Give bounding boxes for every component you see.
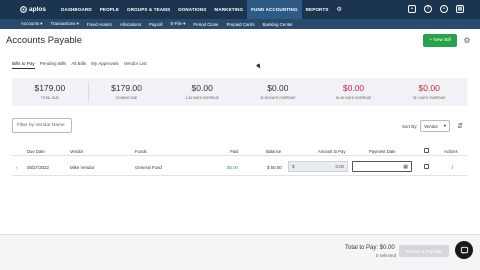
grid-icon[interactable]: ▦: [456, 5, 464, 13]
main-nav: DASHBOARD PEOPLE GROUPS & TEAMS DONATION…: [57, 0, 346, 19]
subnav-payroll[interactable]: Payroll: [149, 22, 162, 27]
stat-61-90-overdue: $0.00 61-90 DAYS OVERDUE: [316, 78, 392, 106]
nav-people[interactable]: PEOPLE: [96, 0, 123, 19]
select-all-checkbox[interactable]: [424, 148, 429, 153]
row-vendor[interactable]: Mike Vendor: [70, 165, 94, 170]
review-pay-bills-button[interactable]: Review & Pay Bills: [399, 245, 449, 257]
bill-tabs: Bills to Pay Pending Bills All Bills My …: [12, 61, 147, 69]
col-due-date[interactable]: Due Date: [27, 149, 45, 154]
stat-1-30-overdue: $0.00 1-30 DAYS OVERDUE: [164, 78, 240, 106]
currency-prefix: $: [292, 164, 295, 169]
stat-91-plus-overdue: $0.00 91+ DAYS OVERDUE: [391, 78, 467, 106]
sort-by-label: Sort By:: [402, 124, 418, 129]
expand-chevron-icon[interactable]: ›: [16, 165, 17, 170]
summary-panel: $179.00 TOTAL DUE $179.00 COMING DUE $0.…: [12, 78, 467, 106]
selected-count: 0 selected: [376, 253, 397, 258]
table-row[interactable]: › 05/27/2022 Mike Vendor General Fund $0…: [12, 158, 467, 176]
tab-my-approvals[interactable]: My Approvals: [91, 61, 119, 69]
col-vendor[interactable]: Vendor: [70, 149, 83, 154]
nav-reports[interactable]: REPORTS: [302, 0, 333, 19]
sub-navigation: Accounts ▾ Transactions ▾ Fixed Assets A…: [0, 19, 480, 29]
nav-groups-teams[interactable]: GROUPS & TEAMS: [123, 0, 174, 19]
subnav-fixed-assets[interactable]: Fixed Assets: [87, 22, 112, 27]
subnav-period-close[interactable]: Period Close: [193, 22, 218, 27]
stat-value: $0.00: [418, 83, 440, 93]
help-icon[interactable]: ?: [424, 5, 432, 13]
row-paid: $0.00: [227, 165, 238, 170]
sort-by-value: Vendor: [424, 123, 438, 129]
amount-to-pay-input[interactable]: $ 0.00: [288, 161, 348, 172]
col-actions: Actions: [444, 149, 458, 154]
stat-value: $0.00: [267, 83, 289, 93]
top-navigation: aplos DASHBOARD PEOPLE GROUPS & TEAMS DO…: [0, 0, 480, 19]
bills-table-header: Due Date Vendor Funds Paid Balance Amoun…: [12, 146, 467, 156]
stat-label: 31-60 DAYS OVERDUE: [260, 96, 296, 100]
payment-footer: Total to Pay: $0.00 0 selected Review & …: [0, 234, 480, 270]
subnav-banking-center[interactable]: Banking Center: [263, 22, 293, 27]
plus-icon[interactable]: +: [408, 5, 416, 13]
stat-label: 61-90 DAYS OVERDUE: [335, 96, 372, 100]
stat-value: $0.00: [191, 83, 213, 93]
stat-label: 1-30 DAYS OVERDUE: [185, 96, 219, 100]
page-title: Accounts Payable: [6, 35, 83, 46]
user-icon[interactable]: •: [440, 5, 448, 13]
stat-total-due: $179.00 TOTAL DUE: [12, 78, 88, 106]
total-to-pay: Total to Pay: $0.00: [345, 245, 395, 251]
tab-pending-bills[interactable]: Pending Bills: [40, 61, 67, 69]
tab-bills-to-pay[interactable]: Bills to Pay: [12, 61, 35, 69]
nav-dashboard[interactable]: DASHBOARD: [57, 0, 96, 19]
stat-31-60-overdue: $0.00 31-60 DAYS OVERDUE: [240, 78, 316, 106]
subnav-transactions[interactable]: Transactions ▾: [50, 21, 78, 27]
page-settings-gear-icon[interactable]: ⚙: [462, 35, 472, 45]
new-bill-button[interactable]: + New Bill: [423, 34, 457, 47]
row-balance: $ 50.00: [267, 165, 282, 170]
tab-all-bills[interactable]: All Bills: [71, 61, 86, 69]
top-right-icons: + ? • ▦: [408, 5, 464, 13]
subnav-efile[interactable]: E-File ▾: [170, 21, 185, 27]
col-funds[interactable]: Funds: [135, 149, 147, 154]
stat-value: $179.00: [111, 83, 142, 93]
stat-coming-due: $179.00 COMING DUE: [89, 78, 165, 106]
payment-date-input[interactable]: ▦: [352, 161, 412, 172]
subnav-allocations[interactable]: Allocations: [120, 22, 141, 27]
chat-icon[interactable]: [455, 241, 473, 259]
sort-direction-icon[interactable]: ⇵: [455, 121, 465, 131]
subnav-prepaid-cards[interactable]: Prepaid Cards: [226, 22, 254, 27]
row-funds: General Fund: [135, 165, 162, 170]
row-select-checkbox[interactable]: [424, 164, 429, 169]
vendor-filter-input[interactable]: Filter by Vendor Name: [12, 118, 72, 133]
col-balance[interactable]: Balance: [266, 149, 281, 154]
nav-fund-accounting[interactable]: FUND ACCOUNTING: [247, 0, 302, 19]
stat-label: COMING DUE: [115, 96, 138, 100]
col-amount-to-pay[interactable]: Amount to Pay: [318, 149, 345, 154]
aplos-logo-icon: [20, 6, 27, 13]
calendar-icon[interactable]: ▦: [403, 164, 408, 170]
subnav-accounts[interactable]: Accounts ▾: [21, 21, 42, 27]
stat-value: $0.00: [342, 83, 365, 93]
aplos-logo[interactable]: aplos: [20, 6, 54, 13]
stat-value: $179.00: [34, 83, 66, 93]
brand-name: aplos: [29, 6, 46, 13]
tab-vendor-list[interactable]: Vendor List: [124, 61, 147, 69]
mouse-cursor-icon: [256, 63, 262, 70]
col-payment-date[interactable]: Payment Date: [369, 149, 396, 154]
nav-marketing[interactable]: MARKETING: [210, 0, 247, 19]
stat-label: 91+ DAYS OVERDUE: [412, 96, 446, 100]
amount-value: 0.00: [335, 164, 344, 169]
col-paid[interactable]: Paid: [230, 149, 238, 154]
nav-donations[interactable]: DONATIONS: [174, 0, 210, 19]
stat-label: TOTAL DUE: [40, 96, 59, 100]
row-due-date: 05/27/2022: [27, 165, 49, 170]
chat-bubble-icon: [460, 246, 468, 254]
row-actions-menu-icon[interactable]: ⋮: [450, 165, 454, 171]
nav-settings-gear-icon[interactable]: ⚙: [333, 0, 346, 19]
sort-by-select[interactable]: Vendor ▾: [420, 120, 450, 132]
chevron-down-icon: ▾: [443, 123, 446, 128]
